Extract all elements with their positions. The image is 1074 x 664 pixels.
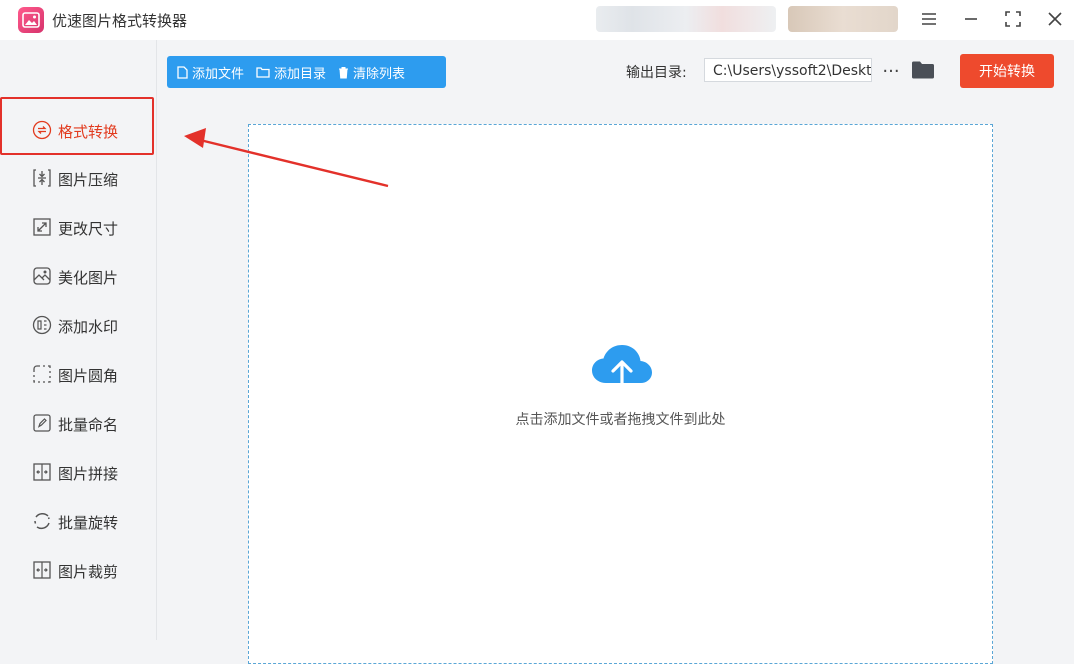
app-title: 优速图片格式转换器 [52, 12, 188, 30]
trash-icon [339, 66, 349, 78]
beautify-icon [32, 266, 52, 286]
output-dir-label: 输出目录: [626, 65, 687, 81]
drop-hint-text: 点击添加文件或者拖拽文件到此处 [515, 412, 726, 428]
folder-outline-icon [256, 67, 270, 78]
sidebar-item-beautify[interactable]: 美化图片 [0, 256, 156, 296]
app-logo [18, 7, 44, 33]
sidebar-item-compress[interactable]: 图片压缩 [0, 158, 156, 198]
resize-icon [32, 217, 52, 237]
maximize-button[interactable] [998, 6, 1028, 32]
add-file-button[interactable]: 添加文件 [167, 56, 250, 88]
toolbar: 添加文件 添加目录 清除列表 [167, 56, 446, 88]
hamburger-icon [922, 13, 936, 25]
minimize-icon [965, 18, 977, 20]
file-drop-zone[interactable]: 点击添加文件或者拖拽文件到此处 [248, 124, 993, 664]
add-folder-label: 添加目录 [274, 66, 327, 82]
sidebar-item-label: 图片裁剪 [58, 563, 119, 581]
blurred-account-area [596, 6, 776, 32]
sidebar-item-label: 图片圆角 [58, 367, 119, 385]
sidebar-item-crop[interactable]: 图片裁剪 [0, 550, 156, 590]
sidebar-item-label: 图片压缩 [58, 171, 119, 189]
rotate-icon [32, 511, 52, 531]
sidebar-item-label: 图片拼接 [58, 465, 119, 483]
rename-icon [32, 413, 52, 433]
sidebar-item-resize[interactable]: 更改尺寸 [0, 207, 156, 247]
output-dir-field[interactable]: C:\Users\yssoft2\Desktop [704, 58, 872, 82]
cloud-upload-icon [592, 345, 652, 399]
compress-icon [32, 168, 52, 188]
sidebar-item-rounded-corner[interactable]: 图片圆角 [0, 354, 156, 394]
sidebar-item-label: 批量旋转 [58, 514, 119, 532]
annotation-highlight-box [0, 97, 154, 155]
file-icon [177, 65, 188, 79]
title-bar: 优速图片格式转换器 [0, 0, 1074, 40]
sidebar-item-label: 美化图片 [58, 269, 119, 287]
start-convert-button[interactable]: 开始转换 [960, 54, 1054, 88]
folder-icon [912, 61, 934, 79]
clear-list-button[interactable]: 清除列表 [332, 56, 411, 88]
minimize-button[interactable] [956, 6, 986, 32]
clear-list-label: 清除列表 [353, 66, 406, 82]
fullscreen-icon [1005, 11, 1021, 27]
rounded-corner-icon [32, 364, 52, 384]
sidebar-item-label: 添加水印 [58, 318, 119, 336]
add-file-label: 添加文件 [192, 66, 245, 82]
close-icon [1048, 12, 1062, 26]
sidebar-item-stitch[interactable]: 图片拼接 [0, 452, 156, 492]
stitch-icon [32, 462, 52, 482]
watermark-icon [32, 315, 52, 335]
blurred-avatar-area [788, 6, 898, 32]
crop-icon [32, 560, 52, 580]
more-options-button[interactable]: ··· [880, 60, 902, 82]
add-folder-button[interactable]: 添加目录 [250, 56, 332, 88]
sidebar-item-rename[interactable]: 批量命名 [0, 403, 156, 443]
sidebar-item-watermark[interactable]: 添加水印 [0, 305, 156, 345]
sidebar-item-label: 批量命名 [58, 416, 119, 434]
sidebar-item-label: 更改尺寸 [58, 220, 119, 238]
sidebar-item-rotate[interactable]: 批量旋转 [0, 501, 156, 541]
browse-folder-button[interactable] [911, 60, 935, 82]
close-button[interactable] [1040, 6, 1070, 32]
menu-button[interactable] [914, 6, 944, 32]
